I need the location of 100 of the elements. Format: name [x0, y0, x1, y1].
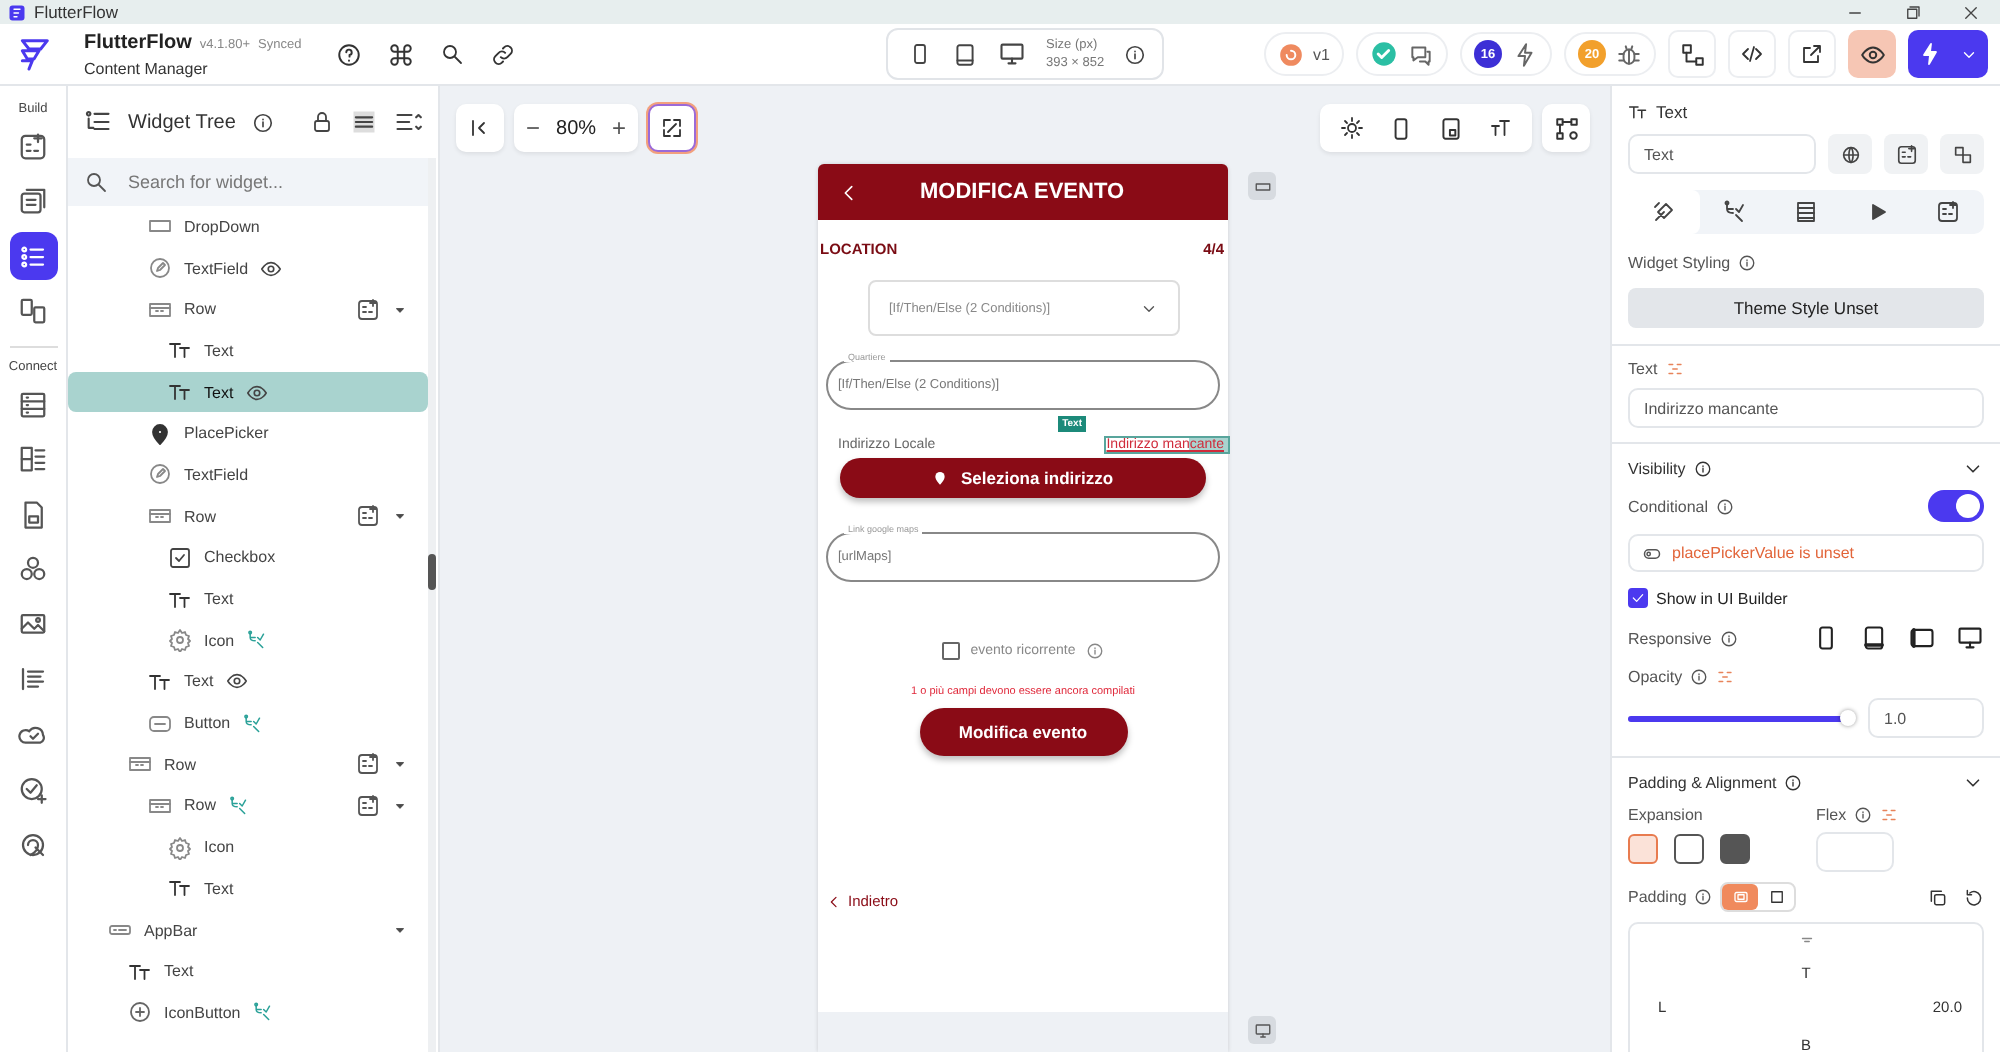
- tree-item[interactable]: Text: [68, 330, 428, 372]
- tree-item[interactable]: Row: [68, 288, 428, 331]
- command-icon: [388, 41, 414, 67]
- chevron-left-icon: [826, 893, 842, 909]
- search-icon: [440, 42, 464, 66]
- info-icon: [1085, 642, 1104, 660]
- landscape-visibility-button[interactable]: [1908, 624, 1936, 652]
- bottom-bar-button[interactable]: [1248, 1016, 1276, 1044]
- add-widget-icon: [356, 793, 380, 818]
- add-page-icon: [18, 131, 48, 161]
- phone-size-button[interactable]: [908, 42, 932, 66]
- show-in-builder-checkbox[interactable]: [1628, 588, 1648, 608]
- link-button[interactable]: [490, 41, 516, 67]
- component-icon: [1951, 143, 1973, 165]
- desktop-size-button[interactable]: [998, 40, 1026, 68]
- recurring-checkbox[interactable]: [942, 642, 961, 660]
- eye-icon: [225, 670, 248, 693]
- add-widget-icon: [356, 297, 380, 322]
- info-icon: [1693, 460, 1712, 478]
- devices-icon: [18, 296, 48, 326]
- tree-item[interactable]: Icon: [68, 826, 428, 868]
- tree-item[interactable]: Text: [68, 578, 428, 620]
- tree-view-button[interactable]: [1542, 104, 1590, 152]
- collapse-panel-button[interactable]: [456, 104, 504, 152]
- eye-icon: [260, 257, 283, 280]
- zoom-out-button[interactable]: −: [526, 114, 541, 142]
- desktop-visibility-button[interactable]: [1956, 624, 1984, 652]
- reset-button[interactable]: [1964, 887, 1984, 907]
- conditional-label: Conditional: [1628, 497, 1709, 515]
- collapse-button[interactable]: [350, 108, 378, 136]
- theme-style-button[interactable]: Theme Style Unset: [1628, 288, 1984, 328]
- copy-icon: [1928, 887, 1948, 907]
- info-icon: [251, 111, 274, 133]
- square-icon: [1767, 888, 1786, 906]
- help-button[interactable]: [336, 41, 362, 67]
- tree-item[interactable]: IconButton: [68, 992, 428, 1034]
- zoom-in-button[interactable]: +: [612, 114, 627, 142]
- window-title: FlutterFlow: [34, 2, 119, 22]
- info-icon: [1694, 888, 1713, 906]
- select-address-button[interactable]: Seleziona indirizzo: [840, 458, 1206, 498]
- file-icon: [18, 499, 48, 529]
- conditional-toggle[interactable]: [1928, 490, 1984, 522]
- tree-item[interactable]: Text: [68, 950, 428, 993]
- scrollbar-thumb[interactable]: [428, 554, 436, 590]
- rail-item[interactable]: [9, 232, 57, 280]
- copy-button[interactable]: [1928, 887, 1948, 907]
- text-scale-button[interactable]: [1488, 116, 1512, 140]
- tablet-size-button[interactable]: [952, 41, 978, 67]
- search-button[interactable]: [440, 42, 464, 66]
- expansion-option[interactable]: [1720, 834, 1750, 864]
- search-field[interactable]: Search for widget...: [68, 158, 428, 206]
- flow-button[interactable]: [1668, 30, 1716, 78]
- tree-item[interactable]: Row: [68, 785, 428, 827]
- reset-icon: [1964, 887, 1984, 907]
- appbar-toggle-button[interactable]: [1248, 172, 1276, 200]
- tree-item[interactable]: Text: [68, 371, 428, 413]
- condition-field[interactable]: placePickerValue is unset: [1628, 534, 1984, 572]
- tree-item[interactable]: DropDown: [68, 206, 428, 248]
- tree-item[interactable]: Checkbox: [68, 537, 428, 579]
- table-icon: [1793, 200, 1818, 224]
- padding-sides-icon: [1731, 888, 1750, 906]
- tree-item[interactable]: Button: [68, 702, 428, 744]
- tree-item[interactable]: Row: [68, 743, 428, 786]
- opacity-label: Opacity: [1628, 668, 1683, 686]
- fit-button[interactable]: [648, 104, 697, 152]
- flex-field[interactable]: [1816, 832, 1894, 872]
- device-frame-button[interactable]: [1438, 115, 1464, 141]
- tree-item[interactable]: TextField: [68, 247, 428, 289]
- widget-name-field[interactable]: Text: [1628, 134, 1816, 174]
- text-icon: [168, 587, 192, 612]
- expansion-option[interactable]: [1674, 834, 1704, 864]
- tablet-visibility-button[interactable]: [1860, 624, 1888, 652]
- tree-item[interactable]: Row: [68, 495, 428, 537]
- section-title: Padding & Alignment: [1628, 774, 1777, 792]
- screen-title: MODIFICA EVENTO: [917, 180, 1127, 204]
- tree-item[interactable]: Text: [68, 661, 428, 703]
- list-icon: [18, 241, 48, 271]
- tablet-icon: [1438, 115, 1464, 141]
- component-button[interactable]: [1940, 134, 1984, 174]
- tree-item[interactable]: PlacePicker: [68, 412, 428, 455]
- search-input[interactable]: Search for widget...: [124, 170, 404, 194]
- tree-item[interactable]: Icon: [68, 619, 428, 662]
- tree-item[interactable]: AppBar: [68, 909, 428, 951]
- shortcuts-button[interactable]: [388, 41, 414, 67]
- sort-button[interactable]: [394, 108, 422, 136]
- opacity-field[interactable]: 1.0: [1868, 698, 1984, 738]
- tree-item[interactable]: TextField: [68, 454, 428, 496]
- add-widget-button[interactable]: [1884, 134, 1928, 174]
- preview-button[interactable]: [1848, 30, 1896, 78]
- tree-item[interactable]: Text: [68, 868, 428, 910]
- theme-toggle-button[interactable]: [1340, 116, 1364, 140]
- code-button[interactable]: [1728, 30, 1776, 78]
- run-button[interactable]: [1908, 30, 1988, 78]
- appbar-icon: [1253, 177, 1271, 195]
- text-value-field[interactable]: Indirizzo mancante: [1628, 388, 1984, 428]
- lock-button[interactable]: [310, 110, 334, 134]
- submit-button[interactable]: Modifica evento: [919, 708, 1127, 756]
- open-external-button[interactable]: [1788, 30, 1836, 78]
- version-badge[interactable]: v1: [1263, 32, 1344, 76]
- translate-button[interactable]: [1828, 134, 1872, 174]
